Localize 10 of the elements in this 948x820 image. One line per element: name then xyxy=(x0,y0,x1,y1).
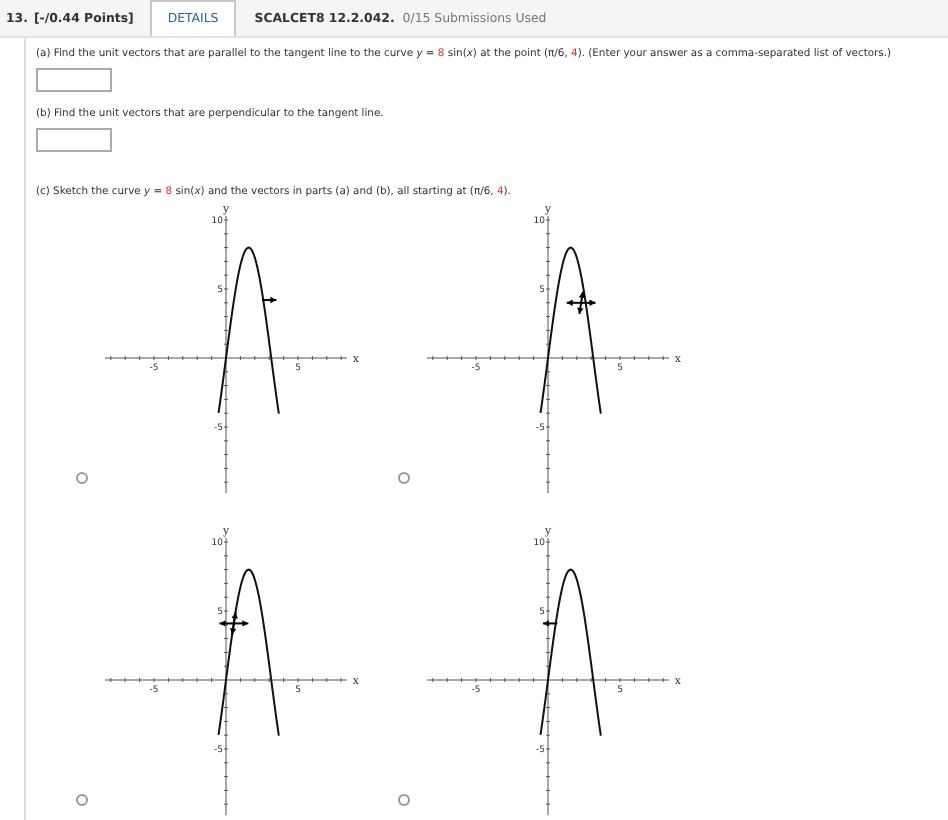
radio-button[interactable] xyxy=(76,794,88,806)
radio-button[interactable] xyxy=(398,472,410,484)
vector-arrows-drawing xyxy=(541,620,559,627)
radio-button[interactable] xyxy=(398,794,410,806)
radio-button[interactable] xyxy=(76,472,88,484)
vector-arrows-drawing xyxy=(565,290,597,315)
vector-arrows-drawing xyxy=(218,611,250,636)
answer-field[interactable] xyxy=(36,68,112,92)
vector-arrows-drawing xyxy=(261,296,278,304)
answer-field[interactable] xyxy=(36,128,112,152)
